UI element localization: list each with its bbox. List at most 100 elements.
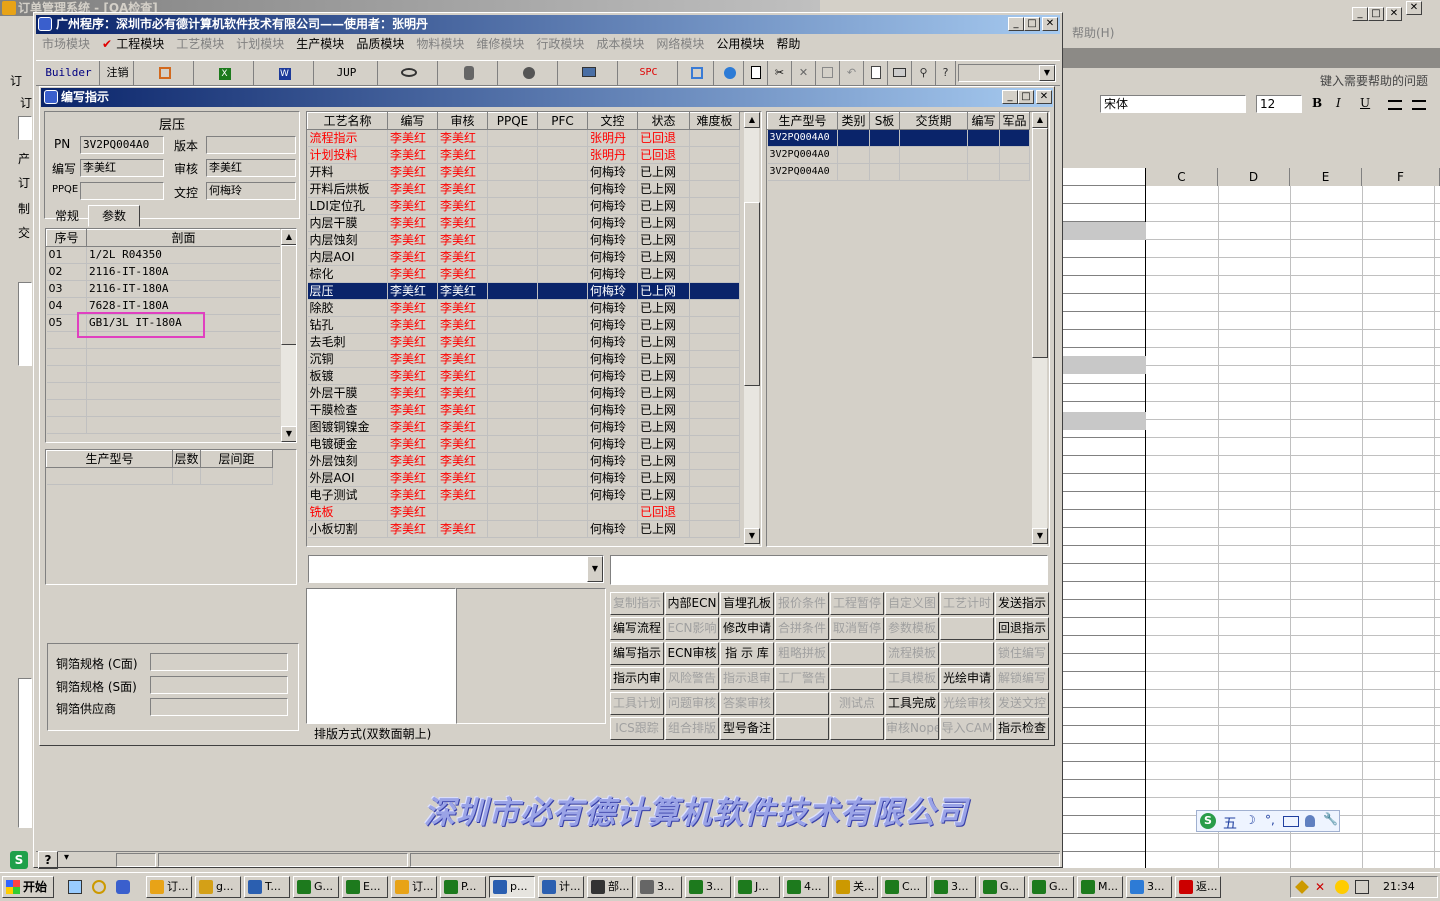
cut-icon[interactable]: ✂ xyxy=(768,61,792,85)
action-button-5-1[interactable]: 组合排版 xyxy=(665,717,719,740)
action-button-3-6[interactable]: 光绘申请 xyxy=(940,667,994,690)
excel-font-select[interactable]: 宋体 xyxy=(1100,95,1246,113)
action-button-1-3[interactable]: 合拼条件 xyxy=(775,617,829,640)
toolbar-combo[interactable]: ▼ xyxy=(958,64,1056,82)
process-row[interactable]: 钻孔 李美红 李美红 何梅玲 已上网 xyxy=(307,316,740,334)
action-button-4-5[interactable]: 工具完成 xyxy=(885,692,939,715)
menu-item-0[interactable]: 市场模块 xyxy=(36,34,96,54)
menu-item-12[interactable]: 帮助 xyxy=(770,34,806,54)
action-button-0-4[interactable]: 工程暂停 xyxy=(830,592,884,615)
moon-icon[interactable]: ☽ xyxy=(1245,813,1256,827)
action-button-5-0[interactable]: ICS跟踪 xyxy=(610,717,664,740)
model-list-col-2[interactable]: S板 xyxy=(869,112,900,130)
main-maximize-button[interactable]: □ xyxy=(1024,17,1040,31)
spc-button[interactable]: SPC xyxy=(620,61,678,85)
action-button-4-2[interactable]: 答案审核 xyxy=(720,692,774,715)
italic-button[interactable]: I xyxy=(1336,96,1341,110)
excel-column-header-c[interactable]: C xyxy=(1146,168,1218,186)
taskbar-item[interactable]: 4... xyxy=(783,876,829,898)
keyboard-icon[interactable] xyxy=(1283,816,1299,827)
action-button-2-5[interactable]: 流程模板 xyxy=(885,642,939,665)
taskbar-item[interactable]: 计... xyxy=(538,876,584,898)
writer-field[interactable]: 李美红 xyxy=(80,159,164,177)
taskbar-item[interactable]: 3... xyxy=(1126,876,1172,898)
menu-item-10[interactable]: 网络模块 xyxy=(650,34,710,54)
taskbar-item[interactable]: 订... xyxy=(146,876,192,898)
process-row[interactable]: 图镀铜镍金 李美红 李美红 何梅玲 已上网 xyxy=(307,418,740,436)
action-button-5-6[interactable]: 导入CAM xyxy=(940,717,994,740)
process-col-5[interactable]: 文控 xyxy=(587,112,638,130)
process-table-scrollbar[interactable]: ▲ ▼ xyxy=(743,112,760,546)
taskbar-item[interactable]: 部... xyxy=(587,876,633,898)
action-button-5-3[interactable] xyxy=(775,717,829,740)
underline-button[interactable]: U xyxy=(1360,96,1370,110)
ime-logo-icon[interactable]: S xyxy=(1200,813,1216,829)
model-list-row[interactable]: 3V2PQ004A0 xyxy=(767,129,1030,147)
window-icon[interactable] xyxy=(680,61,714,85)
model-list-col-5[interactable]: 军品 xyxy=(999,112,1030,130)
process-row[interactable]: 开料 李美红 李美红 何梅玲 已上网 xyxy=(307,163,740,181)
process-row[interactable]: 计划投料 李美红 李美红 张明丹 已回退 xyxy=(307,146,740,164)
process-row[interactable]: 内层蚀刻 李美红 李美红 何梅玲 已上网 xyxy=(307,231,740,249)
taskbar-item[interactable]: E... xyxy=(342,876,388,898)
layer-row[interactable]: 02 2116-IT-180A xyxy=(46,263,281,281)
action-button-4-1[interactable]: 问题审核 xyxy=(665,692,719,715)
menu-item-6[interactable]: 物料模块 xyxy=(410,34,470,54)
action-button-1-1[interactable]: ECN影响 xyxy=(665,617,719,640)
excel-menu-help[interactable]: 帮助(H) xyxy=(1072,24,1114,41)
quick-launch-desktop-icon[interactable] xyxy=(68,880,82,894)
chevron-down-icon[interactable]: ▼ xyxy=(587,556,603,582)
start-button[interactable]: 开始 xyxy=(2,876,54,898)
scroll-thumb[interactable] xyxy=(1032,128,1048,358)
action-button-2-2[interactable]: 指 示 库 xyxy=(720,642,774,665)
undo-icon[interactable]: ↶ xyxy=(840,61,864,85)
wrench-icon[interactable]: 🔧 xyxy=(1323,812,1338,826)
menu-item-3[interactable]: 计划模块 xyxy=(230,34,290,54)
s-app-icon[interactable]: S xyxy=(10,851,28,869)
dialog-close-button[interactable]: ✕ xyxy=(1036,90,1052,104)
scroll-down-icon[interactable]: ▼ xyxy=(1032,528,1048,544)
action-button-4-0[interactable]: 工具计划 xyxy=(610,692,664,715)
action-button-0-2[interactable]: 盲埋孔板 xyxy=(720,592,774,615)
action-button-3-0[interactable]: 指示内审 xyxy=(610,667,664,690)
action-button-5-2[interactable]: 型号备注 xyxy=(720,717,774,740)
action-button-3-2[interactable]: 指示退审 xyxy=(720,667,774,690)
strip-list-box-2[interactable] xyxy=(18,678,32,828)
process-col-4[interactable]: PFC xyxy=(537,112,588,130)
process-row[interactable]: 铣板 李美红 已回退 xyxy=(307,503,740,521)
action-button-1-2[interactable]: 修改申请 xyxy=(720,617,774,640)
action-button-5-4[interactable] xyxy=(830,717,884,740)
pn-field[interactable]: 3V2PQ004A0 xyxy=(80,136,164,154)
process-row[interactable]: 棕化 李美红 李美红 何梅玲 已上网 xyxy=(307,265,740,283)
action-button-3-4[interactable] xyxy=(830,667,884,690)
process-combo[interactable]: ▼ xyxy=(308,555,604,583)
strip-list-box[interactable] xyxy=(18,282,32,366)
process-row[interactable]: 板镀 李美红 李美红 何梅玲 已上网 xyxy=(307,367,740,385)
preview-icon[interactable] xyxy=(864,61,888,85)
bold-button[interactable]: B xyxy=(1312,96,1322,110)
excel-size-select[interactable]: 12 xyxy=(1256,95,1302,113)
outer-minimize-button[interactable]: _ xyxy=(1352,7,1368,21)
excel-column-header-e[interactable]: E xyxy=(1290,168,1362,186)
scroll-thumb[interactable] xyxy=(281,245,296,345)
taskbar-item[interactable]: J... xyxy=(734,876,780,898)
punctuation-icon[interactable]: °, xyxy=(1265,813,1275,827)
tray-icon-4[interactable] xyxy=(1355,880,1369,894)
delete-icon[interactable]: ✕ xyxy=(792,61,816,85)
main-minimize-button[interactable]: _ xyxy=(1008,17,1024,31)
action-button-4-6[interactable]: 光绘审核 xyxy=(940,692,994,715)
copper-s-field[interactable] xyxy=(150,676,288,694)
model-list-col-1[interactable]: 类别 xyxy=(837,112,870,130)
process-col-2[interactable]: 审核 xyxy=(437,112,488,130)
taskbar-item[interactable]: p... xyxy=(489,876,535,898)
action-button-4-4[interactable]: 测试点 xyxy=(830,692,884,715)
builder-button[interactable]: Builder xyxy=(38,61,100,85)
taskbar-item[interactable]: 3... xyxy=(685,876,731,898)
action-button-3-1[interactable]: 风险警告 xyxy=(665,667,719,690)
copper-c-field[interactable] xyxy=(150,653,288,671)
eye-icon[interactable] xyxy=(380,61,438,85)
quick-launch-clock-icon[interactable] xyxy=(92,880,106,894)
process-col-7[interactable]: 难度板 xyxy=(689,112,740,130)
tab-general[interactable]: 常规 xyxy=(45,207,89,225)
tools-icon[interactable] xyxy=(500,61,558,85)
